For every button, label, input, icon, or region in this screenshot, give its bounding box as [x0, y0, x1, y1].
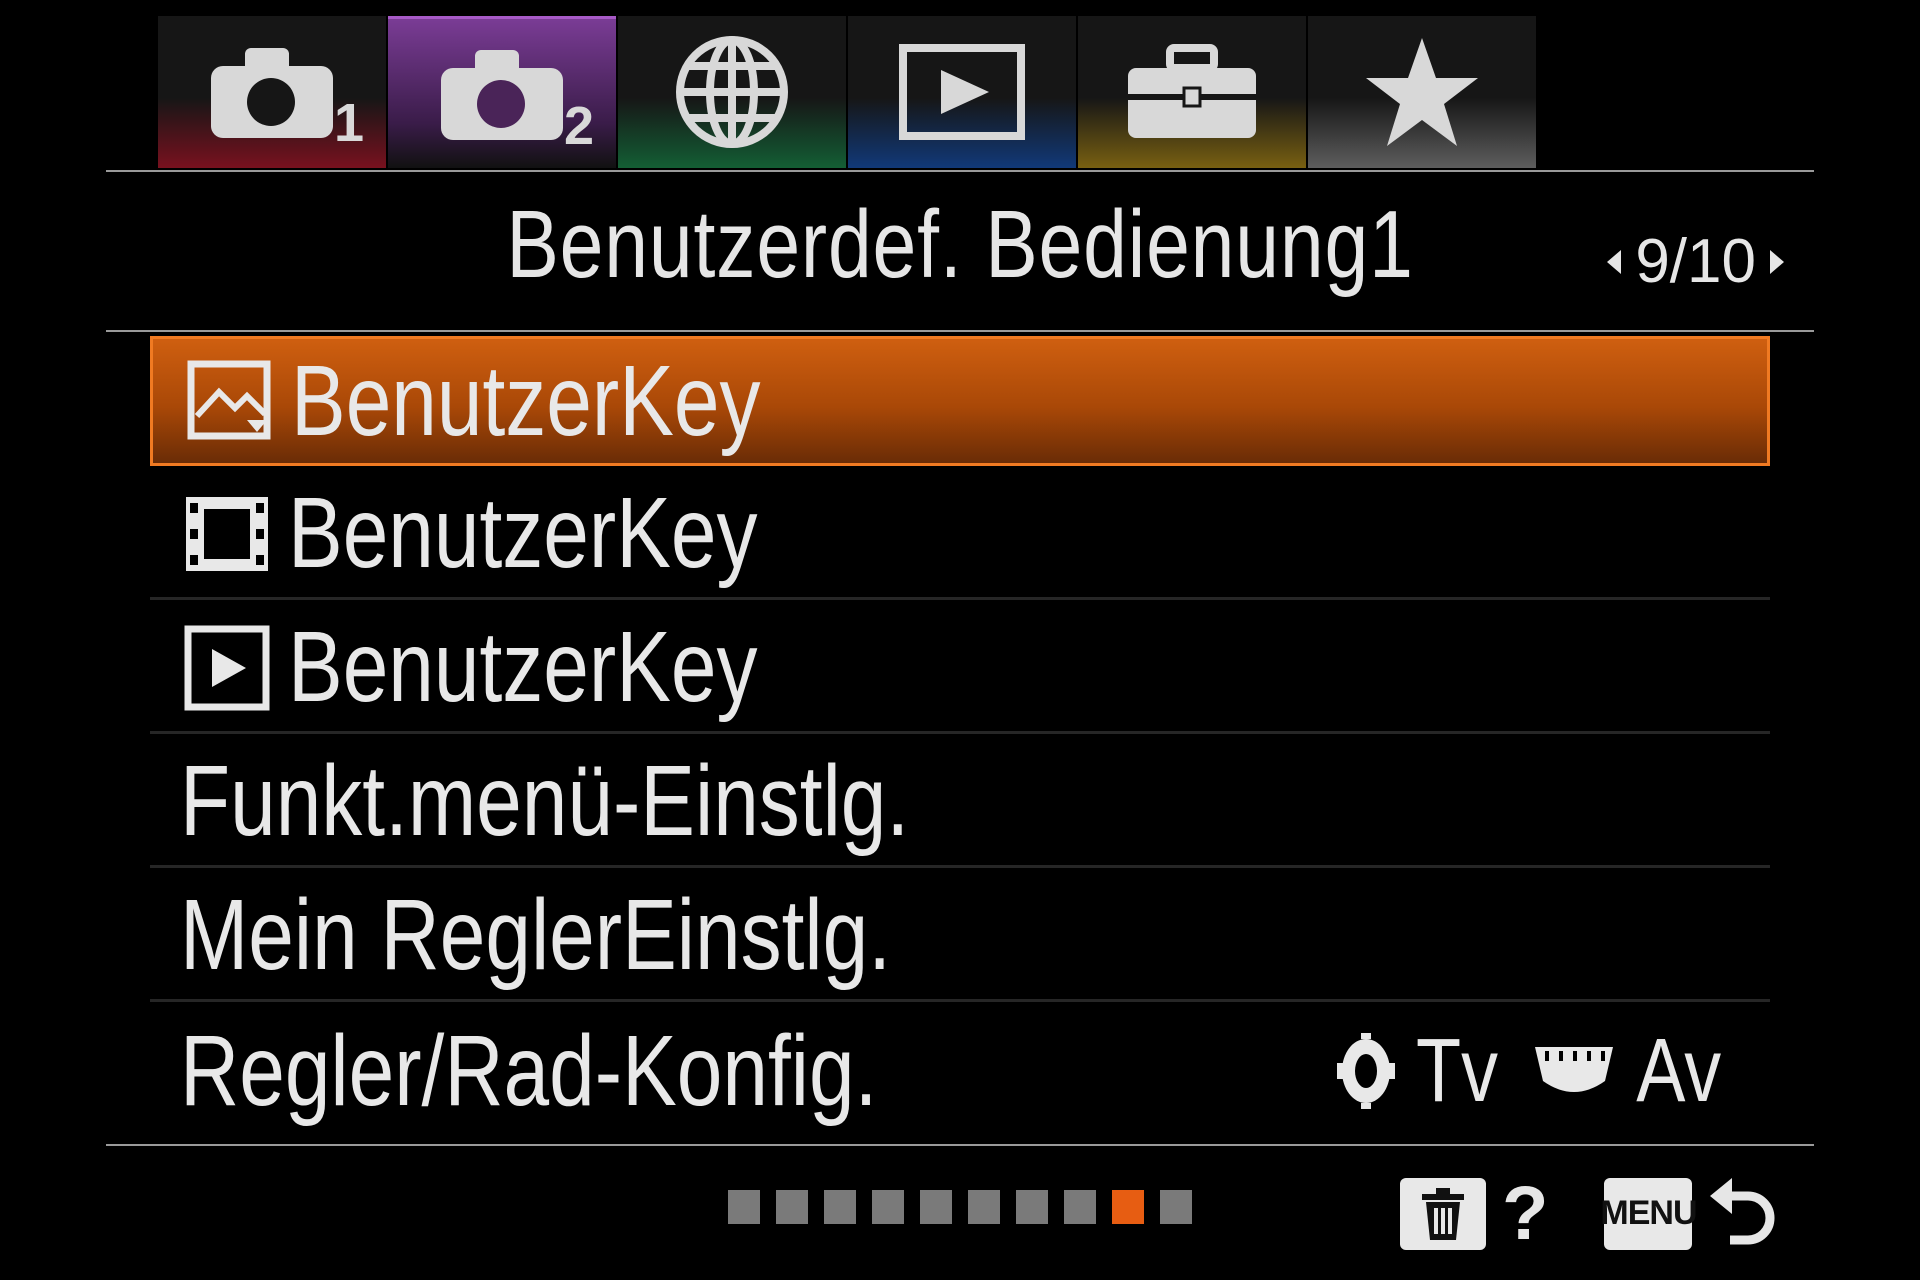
menu-item-custom-key-movie[interactable]: BenutzerKey — [150, 470, 1770, 600]
menu-item-dial-wheel-setup[interactable]: Regler/Rad-Konfig. Tv Av — [150, 1006, 1770, 1136]
menu-item-label: BenutzerKey — [291, 344, 761, 457]
page-dot — [728, 1190, 760, 1224]
menu-tab-bar: 1 2 — [158, 16, 1536, 168]
prev-page-icon[interactable] — [1607, 249, 1622, 274]
menu-button-label: MENU — [1600, 1194, 1697, 1232]
page-dot — [824, 1190, 856, 1224]
dial-setup-value: Tv Av — [1335, 1006, 1730, 1136]
page-dot — [920, 1190, 952, 1224]
movie-icon — [186, 496, 268, 571]
page-dot — [872, 1190, 904, 1224]
page-number: 9/10 — [1635, 227, 1756, 296]
playback-icon — [184, 625, 270, 710]
menu-item-my-dial-settings[interactable]: Mein ReglerEinstlg. — [150, 872, 1770, 1002]
page-dot-current — [1112, 1190, 1144, 1224]
menu-item-custom-key-playback[interactable]: BenutzerKey — [150, 604, 1770, 734]
menu-item-label: Mein ReglerEinstlg. — [180, 879, 891, 991]
page-indicator: 9/10 — [1607, 226, 1784, 297]
menu-item-function-menu-settings[interactable]: Funkt.menü-Einstlg. — [150, 738, 1770, 868]
tab-setup[interactable] — [1078, 16, 1306, 168]
menu-item-label: Funkt.menü-Einstlg. — [180, 745, 910, 857]
globe-icon — [676, 36, 788, 148]
trash-icon — [1422, 1187, 1464, 1240]
help-icon: ? — [1502, 1171, 1549, 1256]
camera-icon — [211, 48, 333, 138]
tab-network[interactable] — [618, 16, 846, 168]
page-dot — [1064, 1190, 1096, 1224]
delete-help-button[interactable] — [1400, 1177, 1486, 1250]
rear-dial-icon — [1534, 1047, 1613, 1092]
divider — [106, 170, 1814, 172]
page-title: Benutzerdef. Bedienung1 — [506, 191, 1414, 298]
divider — [106, 1144, 1814, 1146]
tab-camera-settings-2[interactable]: 2 — [388, 16, 616, 168]
play-icon — [899, 44, 1025, 140]
menu-list: BenutzerKey BenutzerKey BenutzerKey Funk… — [150, 336, 1770, 1140]
footer-controls: ? MENU — [1400, 1170, 1778, 1257]
menu-item-label: Regler/Rad-Konfig. — [180, 1014, 878, 1127]
tab-camera-settings-1[interactable]: 1 — [158, 16, 386, 168]
next-page-icon[interactable] — [1770, 249, 1784, 274]
rear-dial-value: Av — [1635, 1020, 1721, 1121]
menu-back-button[interactable]: MENU — [1600, 1177, 1698, 1250]
back-arrow-icon — [1710, 1177, 1775, 1244]
page-dot — [968, 1190, 1000, 1224]
page-dot — [1016, 1190, 1048, 1224]
front-dial-icon — [1336, 1033, 1395, 1109]
still-image-icon — [187, 360, 271, 440]
toolbox-icon — [1128, 44, 1256, 138]
star-icon — [1366, 38, 1478, 146]
menu-item-custom-key-still[interactable]: BenutzerKey — [150, 336, 1770, 466]
camera-icon — [441, 49, 563, 140]
menu-item-label: BenutzerKey — [288, 611, 758, 723]
tab-my-menu[interactable] — [1308, 16, 1536, 168]
divider — [106, 330, 1814, 332]
page-dot — [776, 1190, 808, 1224]
tab-number: 1 — [334, 93, 365, 153]
menu-item-label: BenutzerKey — [288, 477, 758, 589]
page-dot — [1160, 1190, 1192, 1224]
tab-playback[interactable] — [848, 16, 1076, 168]
page-dots — [728, 1190, 1192, 1224]
tab-number: 2 — [564, 96, 595, 156]
front-dial-value: Tv — [1415, 1020, 1498, 1121]
